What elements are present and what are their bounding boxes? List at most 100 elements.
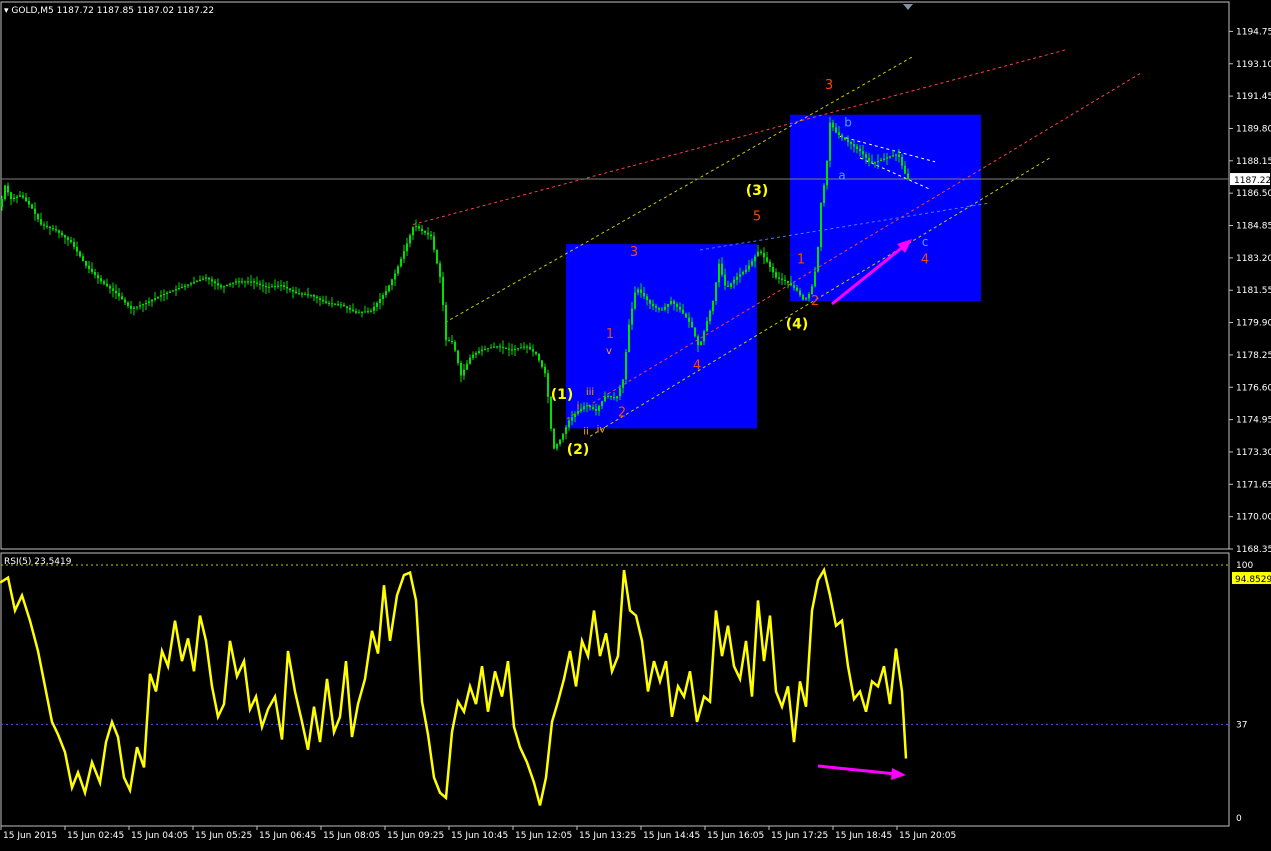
candle-body <box>895 154 897 156</box>
candle-body <box>841 134 843 138</box>
candle-body <box>34 208 36 214</box>
candle-body <box>127 302 129 306</box>
candle-body <box>691 321 693 328</box>
candle-body <box>196 280 198 283</box>
candle-body <box>85 260 87 266</box>
candle-body <box>658 307 660 310</box>
candle-body <box>10 192 12 200</box>
scroll-marker-icon <box>903 4 913 10</box>
candle-body <box>304 293 306 295</box>
candle-body <box>436 249 438 264</box>
candle-body <box>904 165 906 174</box>
time-axis-label: 15 Jun 16:05 <box>707 831 764 841</box>
candle-body <box>433 236 435 250</box>
candle-body <box>793 285 795 288</box>
price-chart-svg[interactable]: (1)(2)(3)(4)123451234iiiiiiivvabc1194.75… <box>0 0 1271 847</box>
candle-body <box>874 162 876 164</box>
candle-body <box>145 302 147 305</box>
candle-body <box>223 286 225 288</box>
candles-group <box>1 116 909 451</box>
candle-body <box>55 229 57 231</box>
candle-body <box>16 196 18 198</box>
wave-box-2 <box>790 114 981 301</box>
candle-body <box>544 366 546 374</box>
rsi-axis-label: 37 <box>1236 720 1247 730</box>
wave-label: c <box>922 235 929 249</box>
candle-body <box>274 286 276 288</box>
candle-body <box>604 396 606 402</box>
candle-body <box>616 396 618 399</box>
candle-body <box>601 401 603 407</box>
candle-body <box>892 155 894 157</box>
candle-body <box>271 286 273 288</box>
candle-body <box>703 331 705 342</box>
candle-body <box>499 346 501 348</box>
wave-label: ii <box>583 426 589 437</box>
candle-body <box>547 373 549 397</box>
candle-body <box>151 299 153 302</box>
candle-body <box>409 235 411 244</box>
candle-body <box>730 283 732 287</box>
rsi-line <box>0 566 908 806</box>
candle-body <box>721 263 723 275</box>
candle-body <box>235 281 237 283</box>
candle-body <box>376 302 378 307</box>
candle-body <box>136 306 138 308</box>
candle-body <box>619 387 621 397</box>
candle-body <box>331 303 333 305</box>
candle-body <box>19 195 21 197</box>
candle-body <box>112 288 114 291</box>
candle-body <box>748 265 750 270</box>
candle-body <box>559 439 561 445</box>
candle-body <box>226 284 228 287</box>
candle-body <box>676 303 678 307</box>
candle-body <box>475 352 477 355</box>
candle-body <box>421 228 423 231</box>
time-axis-label: 15 Jun 13:25 <box>579 831 636 841</box>
price-axis-label: 1181.55 <box>1236 286 1271 296</box>
candle-body <box>799 290 801 296</box>
candle-body <box>643 292 645 297</box>
rsi-label: RSI(5) <box>4 557 32 567</box>
rsi-value-tag-label: 94.8529 <box>1235 575 1271 585</box>
candle-body <box>850 141 852 145</box>
candle-body <box>817 247 819 272</box>
candle-body <box>208 277 210 280</box>
candle-body <box>751 261 753 266</box>
candle-body <box>568 420 570 428</box>
candle-body <box>490 347 492 349</box>
candle-body <box>298 293 300 295</box>
candle-body <box>598 406 600 411</box>
candle-body <box>511 349 513 351</box>
candle-body <box>220 285 222 288</box>
candle-body <box>655 306 657 308</box>
candle-body <box>4 185 6 200</box>
chart-menu-icon[interactable]: ▾ <box>4 6 9 16</box>
wave-label: (2) <box>567 442 590 458</box>
price-axis-label: 1170.00 <box>1236 513 1271 523</box>
candle-body <box>160 295 162 297</box>
time-axis-label: 15 Jun 02:45 <box>67 831 124 841</box>
candle-body <box>247 281 249 283</box>
candle-body <box>76 246 78 252</box>
price-axis-label: 1174.95 <box>1236 416 1271 426</box>
candle-body <box>262 284 264 287</box>
time-axis-label: 15 Jun 12:05 <box>515 831 572 841</box>
wave-label: (1) <box>551 387 574 403</box>
candle-body <box>649 300 651 304</box>
symbol-label: GOLD,M5 <box>11 6 54 16</box>
candle-body <box>91 268 93 272</box>
candle-body <box>694 327 696 337</box>
price-axis-label: 1176.60 <box>1236 383 1271 393</box>
candle-body <box>814 271 816 287</box>
price-axis-label: 1193.10 <box>1236 60 1271 70</box>
candle-body <box>505 347 507 349</box>
candle-body <box>118 293 120 297</box>
wave-label: a <box>838 168 845 182</box>
candle-body <box>574 413 576 418</box>
candle-body <box>646 296 648 301</box>
candle-body <box>73 242 75 247</box>
candle-body <box>175 289 177 291</box>
candle-body <box>754 256 756 262</box>
time-axis-label: 15 Jun 04:05 <box>131 831 188 841</box>
